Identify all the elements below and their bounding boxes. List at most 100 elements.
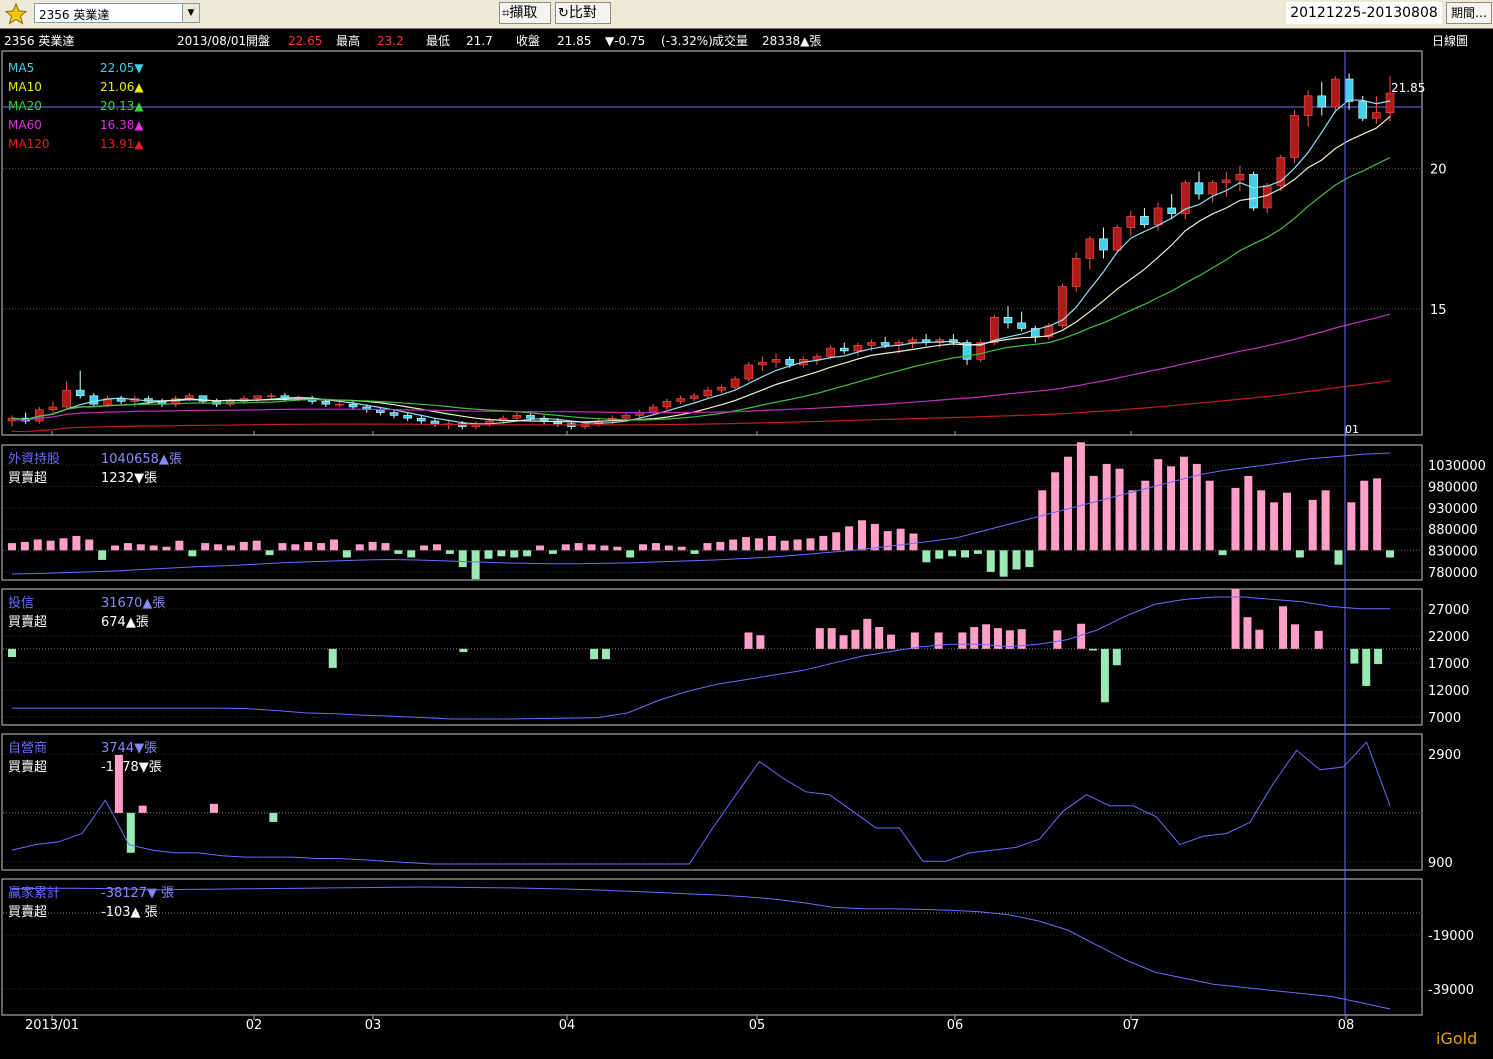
candle: [717, 387, 726, 391]
dealer-bar: [126, 812, 135, 853]
cursor-date-label: 01: [1345, 423, 1359, 436]
trust-bar: [815, 628, 824, 649]
trust-bar: [601, 648, 610, 660]
candle: [526, 415, 535, 419]
header-volume-value: 28338▲張: [762, 34, 821, 48]
foreign-bar: [252, 540, 261, 551]
ma5-line: [11, 99, 1391, 425]
foreign-bar: [1295, 550, 1304, 558]
winner-panel-frame: [1, 878, 1423, 1016]
candle: [1071, 258, 1081, 287]
foreign-bar: [1089, 475, 1098, 551]
foreign-bar: [832, 532, 841, 551]
foreign-bar: [33, 539, 42, 551]
header-close-label: 收盤: [516, 34, 540, 48]
candle: [348, 403, 358, 408]
trust-bar: [1255, 629, 1264, 649]
price-y-tick: 20: [1430, 163, 1447, 178]
foreign-y-tick: 880000: [1428, 523, 1478, 538]
trust-bar: [1112, 648, 1121, 666]
foreign-bar: [690, 550, 699, 554]
candle: [689, 395, 699, 399]
dealer-sub-label: 買賣超: [8, 760, 47, 775]
foreign-bar: [1025, 550, 1034, 568]
foreign-sub-label: 買賣超: [8, 471, 47, 486]
foreign-bar: [471, 550, 480, 580]
compare-button[interactable]: ↻比對: [555, 2, 611, 24]
date-range-field[interactable]: 20121225-20130808: [1286, 2, 1442, 24]
foreign-bar: [703, 543, 712, 551]
candle: [1126, 216, 1136, 228]
foreign-bar: [1154, 459, 1163, 551]
foreign-bar: [381, 543, 390, 551]
foreign-bar: [1128, 490, 1137, 551]
foreign-bar: [1386, 550, 1394, 558]
foreign-bar: [407, 550, 416, 558]
foreign-bar: [1167, 466, 1176, 551]
foreign-bar: [214, 544, 223, 551]
foreign-bar: [587, 544, 596, 551]
candle: [826, 347, 835, 357]
foreign-bar: [265, 550, 274, 556]
foreign-bar: [329, 539, 338, 551]
foreign-bar: [497, 550, 506, 557]
trust-bar: [887, 634, 896, 649]
foreign-bar: [1192, 463, 1201, 551]
candle: [185, 395, 194, 399]
candle: [1017, 322, 1026, 329]
foreign-bar: [574, 543, 583, 551]
winner-title: 贏家累計: [8, 885, 60, 901]
header-change-pct: (-3.32%): [661, 34, 713, 48]
trust-bar: [1100, 648, 1109, 703]
foreign-bar: [948, 550, 957, 557]
trust-bar: [827, 628, 836, 649]
foreign-y-tick: 830000: [1428, 545, 1478, 560]
candle: [1385, 92, 1395, 113]
compare-button-label: 比對: [568, 5, 597, 21]
foreign-bar: [639, 544, 648, 551]
dealer-y-tick: 2900: [1428, 748, 1461, 763]
x-axis-label: 05: [749, 1018, 766, 1033]
dealer-y-tick: 900: [1428, 856, 1453, 871]
foreign-bar: [561, 544, 570, 551]
foreign-bar: [98, 550, 107, 560]
foreign-bar: [1270, 502, 1279, 551]
foreign-bar: [394, 550, 403, 554]
trust-y-tick: 27000: [1428, 603, 1469, 618]
foreign-bar: [806, 538, 815, 551]
trust-bar: [1374, 648, 1383, 665]
foreign-bar: [961, 550, 970, 558]
dealer-line: [11, 741, 1391, 865]
ma-legend-value: 13.91▲: [100, 137, 144, 151]
foreign-bar: [1257, 490, 1266, 551]
candle: [908, 339, 917, 343]
favorite-star-icon[interactable]: [4, 2, 28, 26]
foreign-bar: [201, 543, 210, 551]
chevron-down-icon[interactable]: ▼: [182, 4, 199, 22]
capture-button[interactable]: ⌗擷取: [499, 2, 551, 24]
foreign-bar: [986, 550, 995, 572]
symbol-select[interactable]: 2356 英業達 ▼: [34, 3, 200, 23]
period-button[interactable]: 期間…: [1446, 2, 1492, 24]
candle: [321, 401, 331, 405]
ma-legend-name: MA60: [8, 118, 42, 132]
foreign-bar: [1141, 480, 1150, 551]
ma10-line: [11, 116, 1391, 423]
foreign-bar: [870, 523, 879, 551]
foreign-bar: [123, 543, 132, 551]
foreign-bar: [1308, 499, 1317, 551]
toolbar: 2356 英業達 ▼ ⌗擷取 ↻比對 20121225-20130808 期間…: [0, 0, 1493, 29]
candle: [990, 316, 999, 343]
chart-kind-label: 日線圖: [1432, 33, 1468, 48]
trust-y-tick: 17000: [1428, 657, 1469, 672]
header-open-value: 22.65: [288, 34, 322, 48]
trust-bar: [1314, 630, 1323, 649]
foreign-bar: [510, 550, 519, 558]
trust-bar: [910, 632, 919, 649]
candle: [1331, 78, 1340, 108]
foreign-bar: [111, 545, 120, 551]
trust-bar: [1362, 648, 1371, 686]
candle: [867, 342, 876, 346]
header-close-value: 21.85: [557, 34, 591, 48]
x-axis-label: 06: [947, 1018, 964, 1033]
